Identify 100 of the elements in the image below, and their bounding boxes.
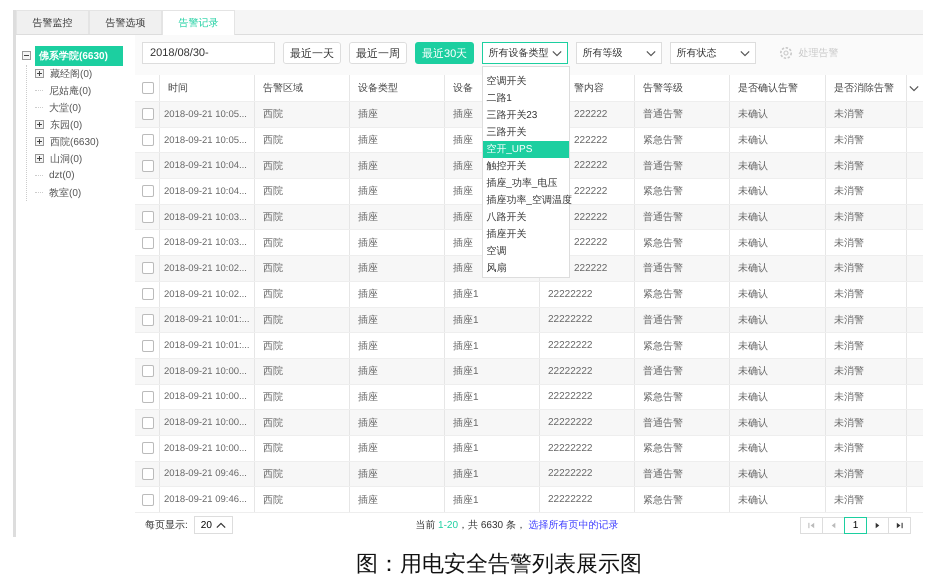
expand-icon[interactable] xyxy=(35,120,44,129)
tree-item[interactable]: 教室(0) xyxy=(47,184,84,200)
table-cell-text: 紧急告警 xyxy=(643,288,683,302)
gear-icon xyxy=(778,45,794,61)
table-cell-text: 插座 xyxy=(358,390,378,404)
table-cell: 2018-09-21 10:03... xyxy=(164,212,247,223)
checkbox[interactable] xyxy=(142,262,154,274)
checkbox[interactable] xyxy=(142,82,154,94)
column-header: 时间 xyxy=(168,82,188,95)
checkbox[interactable] xyxy=(142,340,154,352)
table-cell: 2018-09-21 10:00... xyxy=(164,366,247,377)
table-cell: 2018-09-21 10:02... xyxy=(164,262,247,274)
table-cell-text: 西院 xyxy=(263,494,283,507)
table-cell-text: 紧急告警 xyxy=(643,134,683,148)
range-button[interactable]: 最近一周 xyxy=(349,42,407,64)
table-cell: 22222222 xyxy=(548,340,592,352)
checkbox[interactable] xyxy=(142,108,154,120)
page-button[interactable]: 1 xyxy=(844,516,867,534)
expand-icon[interactable] xyxy=(35,154,44,163)
table-cell-text: 插座 xyxy=(358,184,378,198)
filter-dropdown[interactable]: 所有状态 xyxy=(670,42,756,64)
tree-item[interactable]: 大堂(0) xyxy=(47,100,84,116)
table-cell-text: 插座 xyxy=(358,340,378,353)
table-cell: 2018-09-21 10:05... xyxy=(164,134,247,146)
table-cell-text: 未消警 xyxy=(834,210,864,224)
menu-option[interactable]: 三路开关 xyxy=(483,124,570,141)
checkbox[interactable] xyxy=(142,468,154,480)
tree-item[interactable]: dzt(0) xyxy=(47,169,77,182)
table-cell: 2018-09-21 10:01:... xyxy=(164,340,250,352)
first-page-button[interactable] xyxy=(800,516,823,534)
table-cell-text: 普通告警 xyxy=(643,262,683,276)
tab[interactable]: 告警监控 xyxy=(16,10,89,34)
menu-option[interactable]: 八路开关 xyxy=(483,209,570,226)
expand-icon[interactable] xyxy=(35,137,44,146)
checkbox[interactable] xyxy=(142,288,154,300)
collapse-icon[interactable] xyxy=(22,51,31,60)
table-cell-text: 西院 xyxy=(263,442,283,456)
table-cell-text: 插座 xyxy=(453,236,473,250)
checkbox[interactable] xyxy=(142,416,154,429)
table-cell-text: 未确认 xyxy=(738,314,768,327)
date-range-field[interactable]: 2018/08/30- xyxy=(142,42,275,64)
checkbox[interactable] xyxy=(142,494,154,506)
table-cell: 222222 xyxy=(574,237,608,248)
next-page-button[interactable] xyxy=(866,516,889,534)
menu-option[interactable]: 插座功率_空调温度 xyxy=(483,192,570,209)
table-cell-text: 西院 xyxy=(263,390,283,404)
table-cell-text: 西院 xyxy=(263,288,283,302)
table-cell-text: 插座 xyxy=(358,314,378,327)
table-cell-text: 插座1 xyxy=(453,494,479,507)
column-header: 告警等级 xyxy=(643,82,683,95)
tree-item[interactable]: 藏经阁(0) xyxy=(48,66,94,82)
column-header: 是否确认告警 xyxy=(738,82,798,95)
menu-option[interactable]: 插座开关 xyxy=(483,226,570,243)
chevron-icon[interactable] xyxy=(909,84,919,92)
table-cell-text: 未确认 xyxy=(738,416,768,430)
last-page-button[interactable] xyxy=(888,516,911,534)
checkbox[interactable] xyxy=(142,185,154,198)
menu-option[interactable]: 风扇 xyxy=(483,260,570,277)
menu-option[interactable]: 空调开关 xyxy=(483,73,570,90)
table-cell-text: 未消警 xyxy=(834,288,864,302)
menu-option[interactable]: 触控开关 xyxy=(483,158,570,175)
checkbox[interactable] xyxy=(142,236,154,249)
table-cell-text: 插座 xyxy=(453,160,473,173)
menu-option[interactable]: 插座_功率_电压 xyxy=(483,175,570,192)
filter-dropdown[interactable]: 所有设备类型 xyxy=(482,42,568,64)
checkbox[interactable] xyxy=(142,160,154,172)
triangle-left-icon xyxy=(829,520,838,530)
table-cell: 2018-09-21 10:00... xyxy=(164,442,247,454)
tab[interactable]: 告警选项 xyxy=(89,10,162,34)
last-page-icon xyxy=(895,520,904,530)
menu-option[interactable]: 空调 xyxy=(483,243,570,260)
filter-dropdown[interactable]: 所有等级 xyxy=(576,42,662,64)
table-cell-text: 西院 xyxy=(263,134,283,148)
range-button[interactable]: 最近一天 xyxy=(283,42,341,64)
checkbox[interactable] xyxy=(142,314,154,326)
table-cell: 2018-09-21 10:02... xyxy=(164,288,247,300)
tree-item[interactable]: 山洞(0) xyxy=(48,150,84,166)
tree-item[interactable]: 西院(6630) xyxy=(48,134,101,150)
table-cell-text: 未确认 xyxy=(738,390,768,404)
tree-item[interactable]: 东园(0) xyxy=(48,116,84,132)
table-cell: 222222 xyxy=(574,160,608,172)
table-cell-text: 未消警 xyxy=(834,134,864,148)
table-cell-text: 未消警 xyxy=(834,364,864,378)
previous-page-button[interactable] xyxy=(822,516,845,534)
table-cell-text: 插座 xyxy=(453,184,473,198)
checkbox[interactable] xyxy=(142,211,154,224)
expand-icon[interactable] xyxy=(35,69,44,78)
checkbox[interactable] xyxy=(142,365,154,378)
tree-item[interactable]: 尼姑庵(0) xyxy=(47,82,94,98)
table-cell: 2018-09-21 10:04... xyxy=(164,160,247,172)
checkbox[interactable] xyxy=(142,134,154,146)
table-cell: 22222222 xyxy=(548,314,592,326)
table-cell-text: 未确认 xyxy=(738,262,768,276)
menu-option[interactable]: 二路1 xyxy=(483,90,570,107)
checkbox[interactable] xyxy=(142,442,154,454)
select-all-link[interactable]: 选择所有页中的记录 xyxy=(528,520,619,531)
checkbox[interactable] xyxy=(142,390,154,403)
table-cell-text: 未确认 xyxy=(738,134,768,148)
menu-option[interactable]: 三路开关23 xyxy=(483,107,570,124)
page-size-select[interactable]: 20 xyxy=(194,516,233,534)
